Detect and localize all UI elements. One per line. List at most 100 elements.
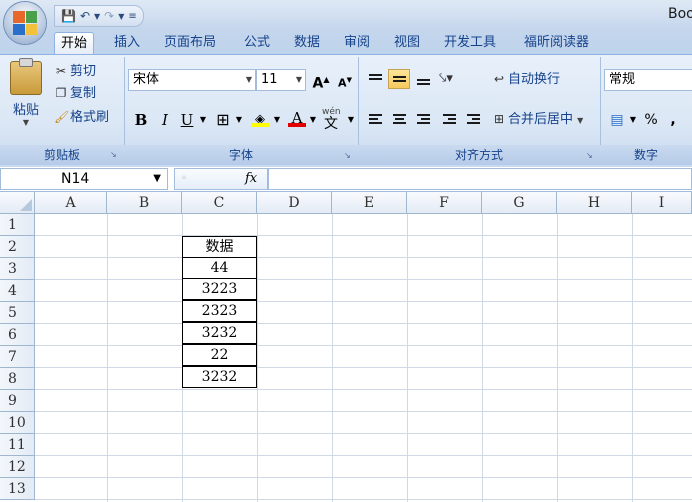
paste-button[interactable]: 粘贴 ▼ <box>8 58 44 133</box>
column-header[interactable]: G <box>482 192 557 214</box>
column-header[interactable]: D <box>257 192 332 214</box>
formula-input[interactable] <box>268 168 692 190</box>
tab-foxit-reader[interactable]: 福昕阅读器 <box>518 32 595 54</box>
undo-icon[interactable]: ↶ <box>80 9 90 23</box>
tab-view[interactable]: 视图 <box>388 32 426 54</box>
underline-button[interactable]: U <box>176 109 198 131</box>
row-header[interactable]: 11 <box>0 434 35 456</box>
row-header[interactable]: 9 <box>0 390 35 412</box>
align-right-icon[interactable] <box>412 109 434 129</box>
dialog-launcher-icon[interactable]: ↘ <box>110 150 120 160</box>
cell-c3[interactable]: 44 <box>182 257 257 279</box>
column-header[interactable]: A <box>35 192 107 214</box>
format-painter-button[interactable]: 🖌格式刷 <box>54 107 109 127</box>
font-name-value: 宋体 <box>133 72 160 87</box>
row-header[interactable]: 1 <box>0 214 35 236</box>
clipboard-group: 粘贴 ▼ ✂ 剪切 ❐ 复制 🖌格式刷 剪贴板 ↘ <box>0 57 125 165</box>
cell-c4[interactable]: 3223 <box>182 278 257 300</box>
decrease-indent-icon[interactable] <box>438 109 460 129</box>
column-header[interactable]: B <box>107 192 182 214</box>
dialog-launcher-icon[interactable]: ↘ <box>344 151 354 161</box>
gridline <box>35 389 692 390</box>
font-color-button[interactable]: A <box>286 107 308 129</box>
dropdown-arrow-icon[interactable]: ▼ <box>346 109 356 131</box>
cut-button[interactable]: ✂ 剪切 <box>54 61 96 81</box>
tab-developer[interactable]: 开发工具 <box>438 32 502 54</box>
select-all-button[interactable] <box>0 192 35 214</box>
font-name-select[interactable]: 宋体 ▼ <box>128 69 256 91</box>
copy-button[interactable]: ❐ 复制 <box>54 83 96 103</box>
row-header[interactable]: 10 <box>0 412 35 434</box>
row-header[interactable]: 4 <box>0 280 35 302</box>
number-format-select[interactable]: 常规 <box>604 69 692 91</box>
column-header[interactable]: F <box>407 192 482 214</box>
gridline <box>35 279 692 280</box>
name-box[interactable]: N14 ▼ <box>0 168 168 190</box>
cell-c2[interactable]: 数据 <box>182 236 257 258</box>
tab-data[interactable]: 数据 <box>288 32 326 54</box>
align-top-icon[interactable] <box>364 69 386 89</box>
percent-button[interactable]: % <box>642 109 660 131</box>
row-header[interactable]: 3 <box>0 258 35 280</box>
phonetic-guide-icon[interactable]: wén 文 <box>320 107 346 132</box>
tab-insert[interactable]: 插入 <box>108 32 146 54</box>
tab-home[interactable]: 开始 <box>54 32 95 55</box>
row-header[interactable]: 6 <box>0 324 35 346</box>
dropdown-arrow-icon[interactable]: ▼ <box>308 109 318 131</box>
comma-style-button[interactable]: , <box>664 109 682 131</box>
merge-center-button[interactable]: ⊞ 合并后居中 ▼ <box>492 109 583 129</box>
fill-color-button[interactable]: ◈ <box>248 107 272 129</box>
tab-formulas[interactable]: 公式 <box>238 32 276 54</box>
align-left-icon[interactable] <box>364 109 386 129</box>
bold-button[interactable]: B <box>130 109 152 131</box>
borders-icon[interactable]: ⊞ <box>212 109 234 131</box>
increase-indent-icon[interactable] <box>462 109 484 129</box>
dropdown-arrow-icon[interactable]: ▼ <box>628 109 638 131</box>
row-header[interactable]: 7 <box>0 346 35 368</box>
dropdown-arrow-icon[interactable]: ▼ <box>234 109 244 131</box>
office-button[interactable] <box>4 2 46 44</box>
dropdown-arrow-icon: ▼ <box>245 75 252 84</box>
save-icon[interactable]: 💾 <box>61 9 76 23</box>
italic-button[interactable]: I <box>154 109 176 131</box>
customize-qat-icon[interactable]: ≡ <box>128 11 136 22</box>
shrink-font-icon[interactable]: A▼ <box>334 69 356 91</box>
orientation-icon[interactable]: ⤥▾ <box>438 69 460 89</box>
dropdown-arrow-icon[interactable]: ▼ <box>198 109 208 131</box>
cell-c6[interactable]: 3232 <box>182 322 257 344</box>
dialog-launcher-icon[interactable]: ↘ <box>586 151 596 161</box>
cell-c8[interactable]: 3232 <box>182 366 257 388</box>
format-painter-label: 格式刷 <box>70 110 110 125</box>
cell-c5[interactable]: 2323 <box>182 300 257 322</box>
row-header[interactable]: 2 <box>0 236 35 258</box>
tab-page-layout[interactable]: 页面布局 <box>158 32 222 54</box>
align-bottom-icon[interactable] <box>412 69 434 89</box>
row-header[interactable]: 5 <box>0 302 35 324</box>
gridline <box>35 235 692 236</box>
wrap-text-button[interactable]: ↩ 自动换行 <box>492 69 560 89</box>
currency-icon[interactable]: ▤ <box>606 109 628 131</box>
tab-review[interactable]: 审阅 <box>338 32 376 54</box>
font-size-select[interactable]: 11 ▼ <box>256 69 306 91</box>
redo-icon[interactable]: ↷ <box>104 9 114 23</box>
ribbon-tabs: 开始 插入 页面布局 公式 数据 审阅 视图 开发工具 福昕阅读器 <box>0 30 692 55</box>
resize-handle-icon[interactable]: ◦ <box>181 169 187 189</box>
column-header[interactable]: H <box>557 192 632 214</box>
align-middle-icon[interactable] <box>388 69 410 89</box>
dropdown-arrow-icon: ▼ <box>22 118 30 127</box>
column-header[interactable]: C <box>182 192 257 214</box>
grow-font-icon[interactable]: A▲ <box>310 69 332 92</box>
row-header[interactable]: 8 <box>0 368 35 390</box>
gridline <box>35 301 692 302</box>
dropdown-arrow-icon[interactable]: ▼ <box>272 109 282 131</box>
column-header[interactable]: E <box>332 192 407 214</box>
align-center-icon[interactable] <box>388 109 410 129</box>
cell-c7[interactable]: 22 <box>182 344 257 366</box>
column-header[interactable]: I <box>632 192 692 214</box>
row-header[interactable]: 12 <box>0 456 35 478</box>
gridline <box>35 257 692 258</box>
dropdown-arrow-icon[interactable]: ▼ <box>94 12 100 21</box>
dropdown-arrow-icon[interactable]: ▼ <box>118 12 124 21</box>
row-header[interactable]: 13 <box>0 478 35 500</box>
insert-function-icon[interactable]: fx <box>245 169 257 189</box>
